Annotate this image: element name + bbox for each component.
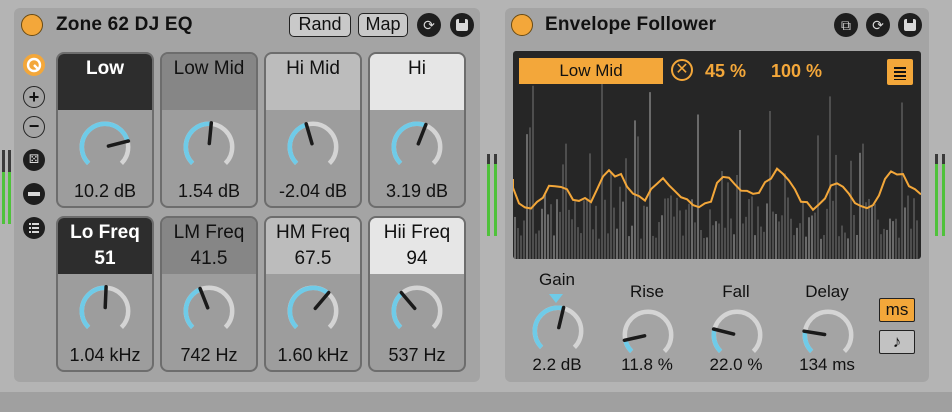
- freq-cell-1[interactable]: LM Freq 41.5 742 Hz: [160, 216, 258, 372]
- env-knob-label: Delay: [805, 282, 849, 301]
- macro-variations-icon[interactable]: [23, 54, 45, 76]
- env-hot-swap-icon[interactable]: ⟳: [866, 13, 890, 37]
- freq-cell-2[interactable]: HM Freq 67.5 1.60 kHz: [264, 216, 362, 372]
- band-label[interactable]: Hi: [370, 54, 464, 110]
- env-knob-label: Gain: [539, 270, 575, 289]
- dj-eq-device: Zone 62 DJ EQ Rand Map ⟳ + − ⚄ Low 10.2 d…: [14, 8, 480, 382]
- cell-title: HM Freq: [276, 222, 350, 243]
- cell-subvalue: 67.5: [294, 248, 332, 269]
- freq-label[interactable]: HM Freq 67.5: [266, 218, 360, 274]
- cell-value: 537 Hz: [388, 345, 446, 365]
- meter-left-2: [8, 150, 11, 224]
- bottom-bar: [0, 392, 952, 412]
- cell-value: 10.2 dB: [73, 181, 137, 201]
- cell-value: 3.19 dB: [385, 181, 449, 201]
- add-icon[interactable]: +: [23, 86, 45, 108]
- remove-icon[interactable]: −: [23, 116, 45, 138]
- meter-right-2: [942, 154, 945, 236]
- minus-icon[interactable]: [23, 183, 45, 205]
- env-save-icon[interactable]: [898, 13, 922, 37]
- clear-target-icon[interactable]: ✕: [671, 59, 693, 81]
- env-knob-value: 134 ms: [799, 355, 855, 374]
- freq-label[interactable]: Lo Freq 51: [58, 218, 152, 274]
- band-label[interactable]: Low: [58, 54, 152, 110]
- meter-mid-left: [487, 154, 490, 236]
- envelope-display[interactable]: Low Mid ✕ 45 % 100 %: [513, 51, 921, 259]
- randomize-icon[interactable]: ⚄: [23, 149, 45, 171]
- cell-value: -2.04 dB: [278, 181, 348, 201]
- cell-value: 1.04 kHz: [69, 345, 141, 365]
- env-knob-value: 11.8 %: [621, 355, 673, 374]
- note-sync-toggle[interactable]: ♪: [879, 330, 915, 354]
- meter-right-1: [935, 154, 938, 236]
- cell-value: 1.54 dB: [177, 181, 241, 201]
- cell-subvalue: 51: [94, 248, 116, 269]
- target-parameter-button[interactable]: Low Mid: [519, 58, 663, 84]
- hot-swap-icon[interactable]: ⟳: [417, 13, 441, 37]
- freq-label[interactable]: Hii Freq 94: [370, 218, 464, 274]
- min-percent[interactable]: 45 %: [705, 61, 746, 82]
- meter-left: [2, 150, 5, 224]
- cell-value: 1.60 kHz: [277, 345, 349, 365]
- menu-icon[interactable]: [887, 59, 913, 85]
- env-knob-label: Fall: [722, 282, 750, 301]
- rand-button[interactable]: Rand: [289, 13, 351, 37]
- cell-subvalue: 41.5: [190, 248, 228, 269]
- band-label[interactable]: Hi Mid: [266, 54, 360, 110]
- cell-title: Lo Freq: [70, 222, 140, 243]
- freq-cell-0[interactable]: Lo Freq 51 1.04 kHz: [56, 216, 154, 372]
- freq-label[interactable]: LM Freq 41.5: [162, 218, 256, 274]
- band-cell-1[interactable]: Low Mid 1.54 dB: [160, 52, 258, 208]
- envelope-follower-device: Envelope Follower ⧉ ⟳ Low Mid ✕ 45 % 100…: [505, 8, 929, 382]
- env-knob-value: 2.2 dB: [532, 355, 582, 374]
- eq-power-button[interactable]: [21, 14, 43, 36]
- band-label[interactable]: Low Mid: [162, 54, 256, 110]
- cell-subvalue: 94: [406, 248, 428, 269]
- env-knob-label: Rise: [629, 282, 664, 301]
- save-icon[interactable]: [450, 13, 474, 37]
- cell-value: 742 Hz: [180, 345, 238, 365]
- env-title: Envelope Follower: [545, 14, 717, 35]
- cell-title: Hii Freq: [383, 222, 451, 243]
- cell-title: Low: [86, 58, 124, 79]
- meter-mid-right: [494, 154, 497, 236]
- freq-cell-3[interactable]: Hii Freq 94 537 Hz: [368, 216, 466, 372]
- expand-icon[interactable]: ⧉: [834, 13, 858, 37]
- map-button[interactable]: Map: [358, 13, 408, 37]
- cell-title: Hi Mid: [286, 58, 340, 79]
- band-cell-0[interactable]: Low 10.2 dB: [56, 52, 154, 208]
- env-power-button[interactable]: [511, 14, 533, 36]
- env-knob-value: 22.0 %: [709, 355, 763, 374]
- band-cell-3[interactable]: Hi 3.19 dB: [368, 52, 466, 208]
- cell-title: LM Freq: [173, 222, 245, 243]
- cell-title: Hi: [408, 58, 426, 79]
- cell-title: Low Mid: [173, 58, 245, 79]
- max-percent[interactable]: 100 %: [771, 61, 822, 82]
- band-cell-2[interactable]: Hi Mid -2.04 dB: [264, 52, 362, 208]
- eq-title: Zone 62 DJ EQ: [56, 14, 193, 35]
- list-icon[interactable]: [23, 217, 45, 239]
- ms-toggle[interactable]: ms: [879, 298, 915, 322]
